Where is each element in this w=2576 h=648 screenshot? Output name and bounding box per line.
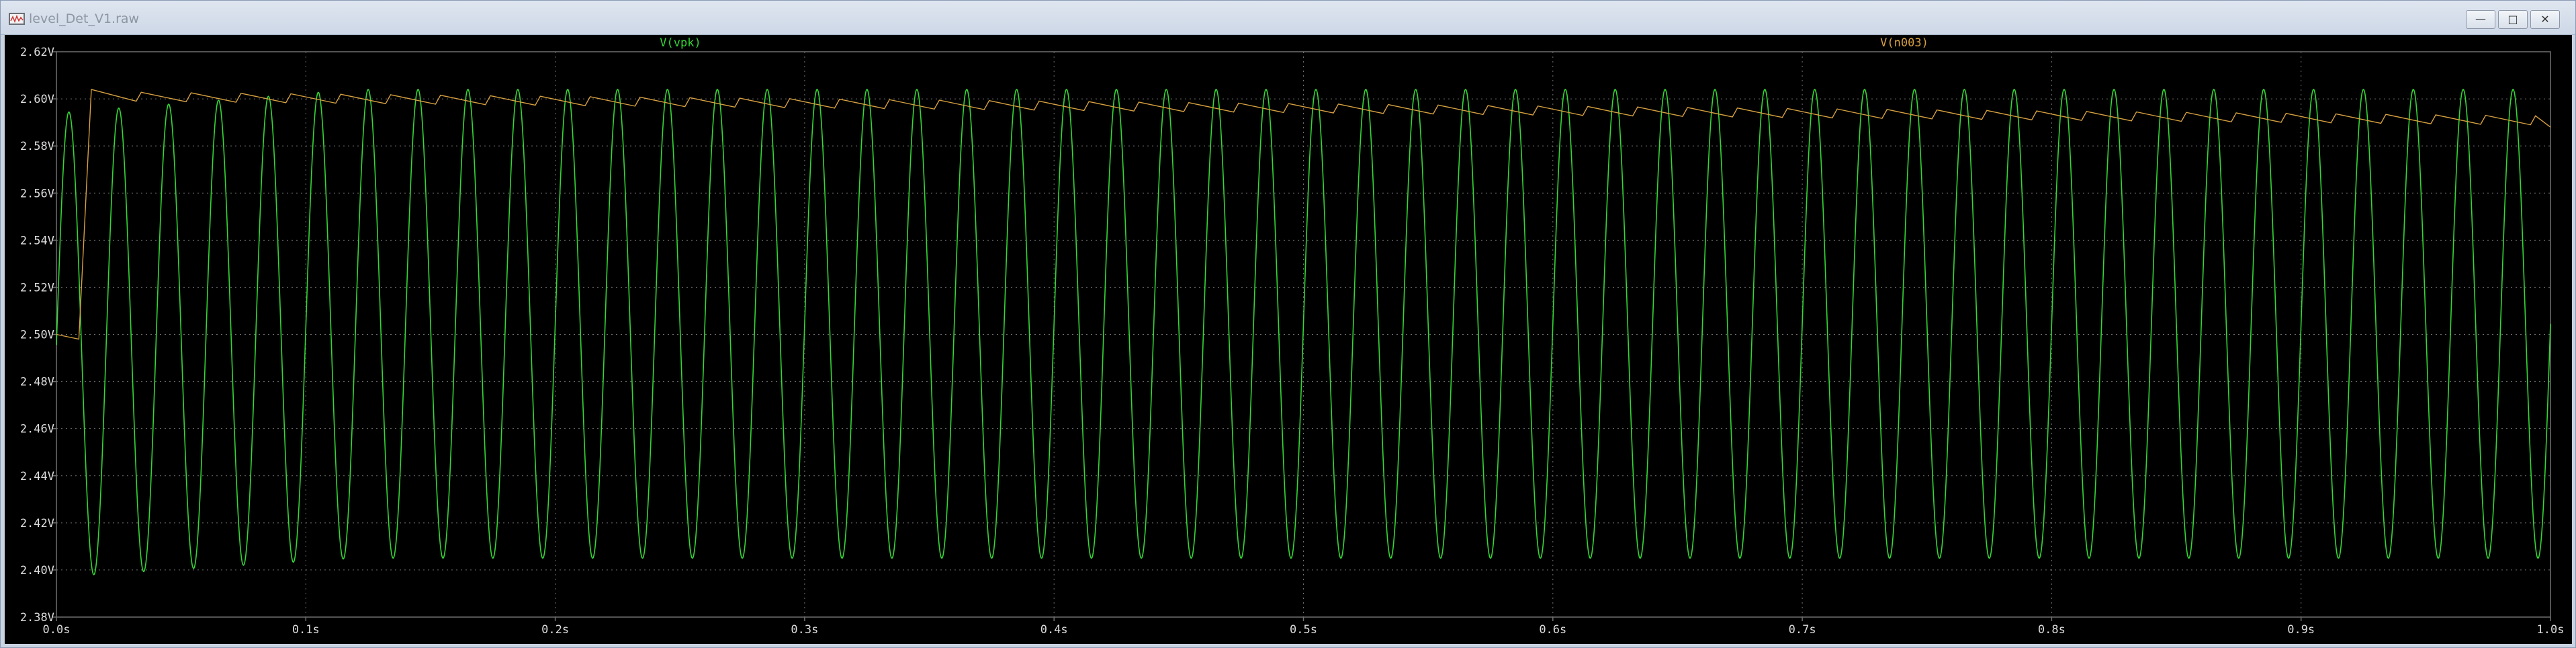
x-tick-label: 0.3s [791,623,818,637]
y-tick-label: 2.48V [20,376,54,389]
x-tick-label: 0.5s [1290,623,1317,637]
x-tick-label: 1.0s [2537,623,2565,637]
x-tick-label: 0.7s [1789,623,1816,637]
close-button[interactable]: ✕ [2530,10,2560,29]
waveform-window: level_Det_V1.raw — □ ✕ 0.0s 0.1s 0.2s 0.3s 0… [0,0,2576,648]
legend-n003[interactable]: V(n003) [1880,36,1928,50]
y-tick-label: 2.58V [20,140,54,153]
x-tick-label: 0.4s [1040,623,1068,637]
minimize-button[interactable]: — [2466,10,2495,29]
y-tick-label: 2.38V [20,611,54,624]
y-tick-label: 2.62V [20,46,54,59]
y-tick-label: 2.42V [20,517,54,530]
y-tick-label: 2.54V [20,234,54,247]
y-tick-label: 2.40V [20,564,54,577]
x-tick-label: 0.8s [2038,623,2066,637]
title-bar[interactable]: level_Det_V1.raw — □ ✕ [1,1,2575,35]
maximize-button[interactable]: □ [2498,10,2528,29]
y-tick-label: 2.50V [20,329,54,342]
x-tick-label: 0.9s [2287,623,2315,637]
waveform-plot[interactable]: 0.0s 0.1s 0.2s 0.3s 0.4s 0.5s 0.6s 0.7s 0.8s 0.9s… [5,35,2572,644]
y-tick-label: 2.46V [20,423,54,436]
x-tick-label: 0.0s [43,623,71,637]
y-tick-label: 2.60V [20,93,54,106]
legend-vpk[interactable]: V(vpk) [660,36,701,50]
x-tick-label: 0.2s [541,623,569,637]
x-tick-label: 0.6s [1539,623,1566,637]
y-tick-label: 2.52V [20,281,54,294]
waveform-viewer-icon [9,13,25,25]
y-tick-label: 2.56V [20,187,54,200]
x-tick-label: 0.1s [292,623,320,637]
plot-pane[interactable]: 0.0s 0.1s 0.2s 0.3s 0.4s 0.5s 0.6s 0.7s 0.8s 0.9s… [5,35,2572,644]
window-title: level_Det_V1.raw [29,11,140,26]
y-tick-label: 2.44V [20,470,54,483]
